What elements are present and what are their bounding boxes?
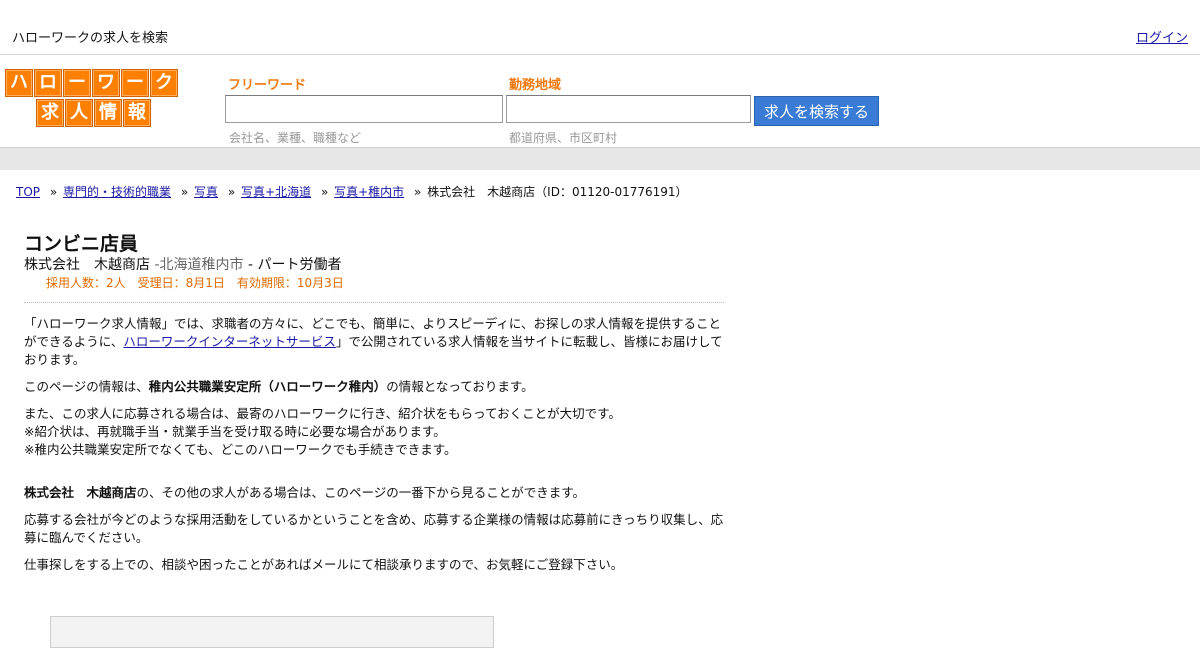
company-line: 株式会社 木越商店 -北海道稚内市 - パート労働者 (24, 257, 342, 273)
job-location: 北海道稚内市 (159, 257, 244, 273)
header: ハ ロ ー ワ ー ク 求 人 情 報 フリーワード 会社名、業種、職種など 勤… (0, 55, 1200, 147)
site-tagline: ハローワークの求人を検索 (12, 31, 169, 46)
breadcrumb-current: 株式会社 木越商店（ID：01120-01776191） (427, 185, 688, 199)
logo-char: ロ (34, 69, 62, 97)
free-word-input[interactable] (225, 95, 503, 123)
source-office-paragraph: このページの情報は、稚内公共職業安定所（ハローワーク稚内）の情報となっております… (24, 379, 534, 394)
top-bar: ハローワークの求人を検索 ログイン (0, 0, 1200, 55)
other-jobs-paragraph: 株式会社 木越商店の、その他の求人がある場合は、このページの一番下から見ることが… (24, 485, 586, 500)
breadcrumb-top[interactable]: TOP (16, 185, 40, 199)
logo-char: ー (63, 69, 91, 97)
work-area-label: 勤務地域 (509, 78, 562, 93)
login-link[interactable]: ログイン (1136, 27, 1188, 46)
site-logo[interactable]: ハ ロ ー ワ ー ク 求 人 情 報 (5, 69, 181, 127)
breadcrumb-occupation[interactable]: 写真 (194, 185, 218, 199)
advice-paragraph: 応募する会社が今どのような採用活動をしているかということを含め、応募する企業様の… (24, 512, 724, 545)
company-name-bold: 株式会社 木越商店 (24, 485, 137, 500)
logo-char: ー (121, 69, 149, 97)
logo-char: 報 (123, 99, 151, 127)
job-meta: 採用人数：2人 受理日：8月1日 有効期限：10月3日 (46, 276, 344, 290)
free-word-hint: 会社名、業種、職種など (229, 131, 362, 145)
breadcrumb-separator: » (49, 185, 58, 199)
job-title: コンビニ店員 (24, 233, 139, 255)
logo-char: ク (150, 69, 178, 97)
logo-char: 情 (94, 99, 122, 127)
job-detail: コンビニ店員 株式会社 木越商店 -北海道稚内市 - パート労働者 採用人数：2… (24, 232, 724, 583)
intro-paragraph: 「ハローワーク求人情報」では、求職者の方々に、どこでも、簡単に、よりスピーディに… (24, 316, 723, 367)
logo-char: 人 (65, 99, 93, 127)
breadcrumb-category[interactable]: 専門的・技術的職業 (63, 185, 171, 199)
job-info-table (50, 616, 494, 648)
hellowork-internet-service-link[interactable]: ハローワークインターネットサービス (123, 334, 336, 349)
logo-char: ワ (92, 69, 120, 97)
logo-char: ハ (5, 69, 33, 97)
breadcrumb-separator: » (227, 185, 236, 199)
logo-row-bottom: 求 人 情 報 (36, 99, 181, 129)
work-area-hint: 都道府県、市区町村 (509, 131, 618, 145)
breadcrumb-city[interactable]: 写真+稚内市 (334, 185, 404, 199)
referral-paragraph: また、この求人に応募される場合は、最寄のハローワークに行き、紹介状をもらっておく… (24, 406, 621, 457)
breadcrumb: TOP » 専門的・技術的職業 » 写真 » 写真+北海道 » 写真+稚内市 »… (16, 183, 688, 200)
logo-row-top: ハ ロ ー ワ ー ク (5, 69, 181, 99)
logo-char: 求 (36, 99, 64, 127)
breadcrumb-separator: » (180, 185, 189, 199)
nav-bar (0, 147, 1200, 170)
free-word-label: フリーワード (228, 78, 307, 93)
breadcrumb-separator: » (414, 185, 422, 199)
employment-type: パート労働者 (257, 257, 342, 273)
breadcrumb-separator: » (320, 185, 329, 199)
office-name: 稚内公共職業安定所（ハローワーク稚内） (148, 379, 387, 394)
company-name: 株式会社 木越商店 (24, 257, 150, 273)
breadcrumb-prefecture[interactable]: 写真+北海道 (241, 185, 311, 199)
consult-paragraph: 仕事探しをする上での、相談や困ったことがあればメールにて相談承りますので、お気軽… (24, 557, 624, 572)
search-jobs-button[interactable]: 求人を検索する (754, 96, 879, 126)
divider (24, 302, 724, 303)
work-area-input[interactable] (506, 95, 751, 123)
